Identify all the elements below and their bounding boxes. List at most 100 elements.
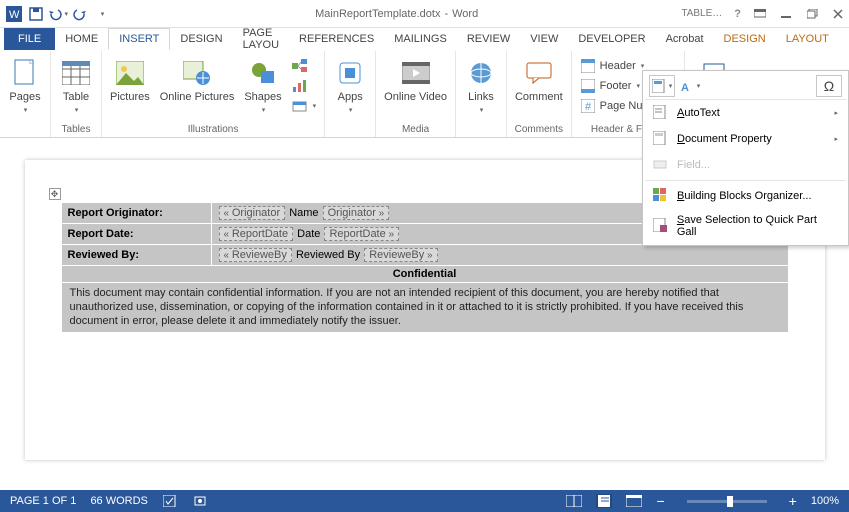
tab-insert[interactable]: INSERT bbox=[108, 28, 170, 50]
status-page[interactable]: PAGE 1 OF 1 bbox=[10, 495, 76, 507]
field-start-tag[interactable]: « ReportDate bbox=[219, 227, 294, 241]
online-pictures-button[interactable]: Online Pictures bbox=[158, 55, 237, 103]
qat-customize-icon[interactable]: ▾ bbox=[92, 4, 112, 24]
spellcheck-icon[interactable] bbox=[162, 494, 178, 508]
chart-button[interactable] bbox=[290, 77, 319, 95]
field-icon bbox=[653, 157, 669, 173]
zoom-level[interactable]: 100% bbox=[811, 495, 839, 507]
save-selection-icon bbox=[653, 218, 669, 234]
pages-button[interactable]: Pages▾ bbox=[6, 55, 44, 115]
pages-label: Pages bbox=[9, 91, 40, 103]
help-icon[interactable]: ? bbox=[734, 8, 741, 20]
table-row[interactable]: Confidential bbox=[61, 266, 788, 283]
field-label: Field... bbox=[677, 159, 710, 171]
confidential-heading[interactable]: Confidential bbox=[61, 266, 788, 283]
macro-icon[interactable] bbox=[192, 494, 208, 508]
zoom-out[interactable]: − bbox=[656, 493, 664, 509]
pictures-icon bbox=[114, 57, 146, 89]
group-media-label: Media bbox=[402, 124, 429, 135]
wordart-icon[interactable]: A▾ bbox=[677, 75, 703, 97]
undo-icon[interactable]: ▾ bbox=[48, 4, 68, 24]
field-start-tag[interactable]: « Originator bbox=[219, 206, 286, 220]
ribbon-display-icon[interactable] bbox=[753, 7, 767, 21]
tab-file[interactable]: FILE bbox=[4, 28, 55, 50]
zoom-slider[interactable] bbox=[687, 500, 767, 503]
tab-acrobat[interactable]: Acrobat bbox=[656, 28, 714, 50]
pictures-button[interactable]: Pictures bbox=[108, 55, 152, 103]
dd-autotext[interactable]: AAutoTextutoText▸ bbox=[645, 100, 846, 126]
close-icon[interactable] bbox=[831, 7, 845, 21]
tab-page-layout[interactable]: PAGE LAYOU bbox=[233, 28, 289, 50]
title-appname: Word bbox=[452, 8, 478, 20]
field-start-tag[interactable]: « RevieweBy bbox=[219, 248, 292, 262]
date-value[interactable]: Date bbox=[297, 228, 320, 240]
pictures-label: Pictures bbox=[110, 91, 150, 103]
date-label[interactable]: Report Date: bbox=[61, 224, 211, 245]
web-layout-icon[interactable] bbox=[626, 494, 642, 508]
user-name[interactable]: Paul Kinn… ▾ bbox=[839, 28, 849, 50]
read-mode-icon[interactable] bbox=[566, 494, 582, 508]
window-title: MainReportTemplate.dotx-Word bbox=[112, 8, 681, 20]
table-button[interactable]: Table▾ bbox=[57, 55, 95, 115]
dd-building-blocks[interactable]: Building Blocks Organizer... bbox=[645, 183, 846, 209]
screenshot-button[interactable]: ▾ bbox=[290, 97, 319, 115]
quick-parts-icon[interactable]: ▾ bbox=[649, 75, 675, 97]
ribbon: Pages▾ Table▾ Tables Pictures Online Pic… bbox=[0, 50, 849, 138]
group-tables-label: Tables bbox=[62, 124, 91, 135]
docprop-icon bbox=[653, 131, 669, 147]
zoom-in[interactable]: + bbox=[789, 493, 797, 509]
status-words[interactable]: 66 WORDS bbox=[90, 495, 147, 507]
reviewed-label[interactable]: Reviewed By: bbox=[61, 245, 211, 266]
tab-mailings[interactable]: MAILINGS bbox=[384, 28, 457, 50]
symbol-icon[interactable]: Ω bbox=[816, 75, 842, 97]
links-button[interactable]: Links▾ bbox=[462, 55, 500, 115]
reviewed-cell[interactable]: « RevieweBy Reviewed By RevieweBy » bbox=[211, 245, 788, 266]
header-icon bbox=[580, 58, 596, 74]
group-illustrations: Pictures Online Pictures Shapes▾ ▾ Illus… bbox=[102, 51, 325, 137]
minimize-icon[interactable] bbox=[779, 7, 793, 21]
group-links: Links▾ bbox=[456, 51, 507, 137]
group-tables: Table▾ Tables bbox=[51, 51, 102, 137]
tab-table-layout[interactable]: LAYOUT bbox=[776, 28, 839, 50]
restore-icon[interactable] bbox=[805, 7, 819, 21]
building-blocks-icon bbox=[653, 188, 669, 204]
dd-document-property[interactable]: Document Property▸ bbox=[645, 126, 846, 152]
table-row[interactable]: This document may contain confidential i… bbox=[61, 283, 788, 333]
shapes-button[interactable]: Shapes▾ bbox=[242, 55, 283, 115]
tab-home[interactable]: HOME bbox=[55, 28, 108, 50]
illustrations-small: ▾ bbox=[290, 55, 319, 115]
apps-button[interactable]: Apps▾ bbox=[331, 55, 369, 115]
page-number-icon: # bbox=[580, 98, 596, 114]
disclaimer-text[interactable]: This document may contain confidential i… bbox=[61, 283, 788, 333]
word-icon: W bbox=[4, 4, 24, 24]
contextual-tab-label: TABLE… bbox=[681, 8, 722, 19]
group-comments-label: Comments bbox=[515, 124, 563, 135]
save-icon[interactable] bbox=[26, 4, 46, 24]
tab-view[interactable]: VIEW bbox=[520, 28, 568, 50]
tab-table-design[interactable]: DESIGN bbox=[714, 28, 776, 50]
dd-save-selection[interactable]: Save Selection to Quick Part Gall bbox=[645, 209, 846, 243]
originator-value[interactable]: Name bbox=[289, 207, 318, 219]
links-icon bbox=[465, 57, 497, 89]
tab-developer[interactable]: DEVELOPER bbox=[568, 28, 655, 50]
tab-design[interactable]: DESIGN bbox=[170, 28, 232, 50]
tab-references[interactable]: REFERENCES bbox=[289, 28, 384, 50]
originator-label[interactable]: Report Originator: bbox=[61, 203, 211, 224]
table-row[interactable]: Reviewed By: « RevieweBy Reviewed By Rev… bbox=[61, 245, 788, 266]
shapes-icon bbox=[247, 57, 279, 89]
shapes-label: Shapes bbox=[244, 91, 281, 103]
field-end-tag[interactable]: Originator » bbox=[323, 206, 390, 220]
svg-text:A: A bbox=[681, 82, 689, 93]
smartart-icon bbox=[292, 58, 308, 74]
reviewed-value[interactable]: Reviewed By bbox=[296, 249, 360, 261]
online-video-button[interactable]: Online Video bbox=[382, 55, 449, 103]
redo-icon[interactable] bbox=[70, 4, 90, 24]
print-layout-icon[interactable] bbox=[596, 494, 612, 508]
smartart-button[interactable] bbox=[290, 57, 319, 75]
field-end-tag[interactable]: ReportDate » bbox=[324, 227, 399, 241]
table-move-handle[interactable]: ✥ bbox=[49, 188, 61, 200]
field-end-tag[interactable]: RevieweBy » bbox=[364, 248, 437, 262]
comment-button[interactable]: Comment bbox=[513, 55, 565, 103]
tab-review[interactable]: REVIEW bbox=[457, 28, 520, 50]
group-comments: Comment Comments bbox=[507, 51, 572, 137]
